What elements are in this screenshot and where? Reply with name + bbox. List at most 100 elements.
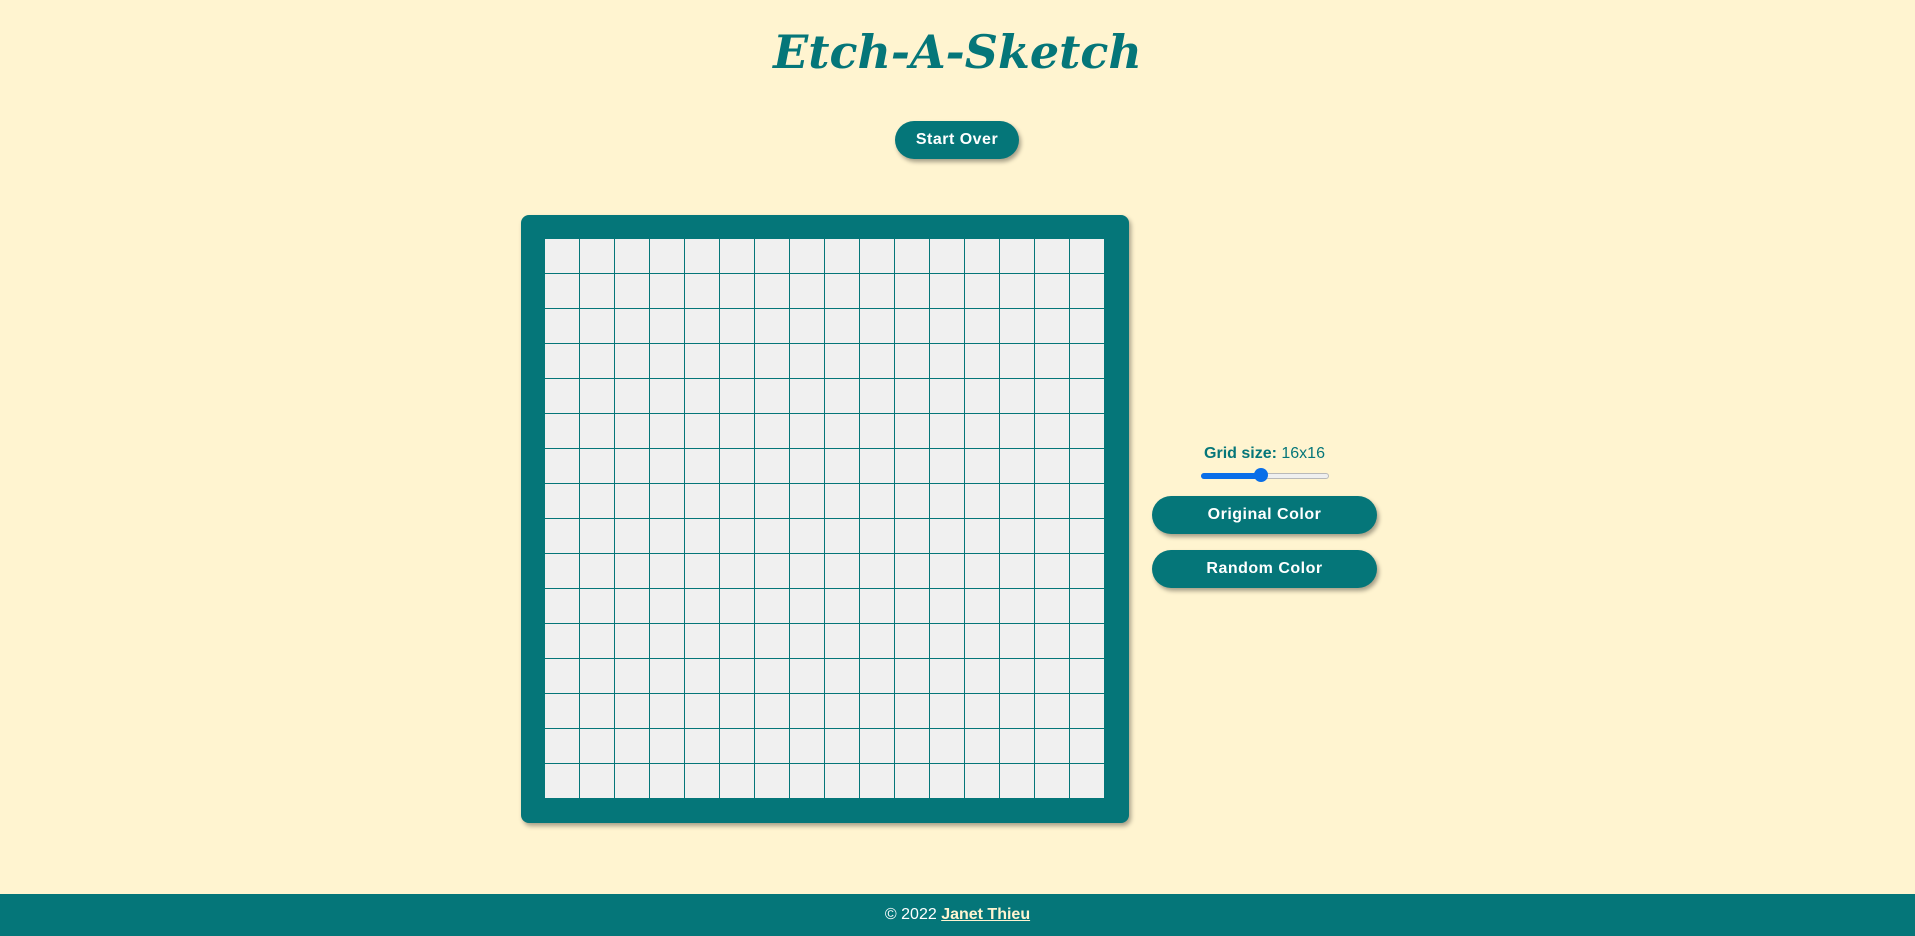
grid-cell[interactable] bbox=[685, 449, 719, 483]
grid-cell[interactable] bbox=[860, 589, 894, 623]
grid-cell[interactable] bbox=[895, 309, 929, 343]
grid-cell[interactable] bbox=[650, 729, 684, 763]
grid-cell[interactable] bbox=[1035, 379, 1069, 413]
grid-cell[interactable] bbox=[825, 729, 859, 763]
grid-cell[interactable] bbox=[895, 239, 929, 273]
grid-cell[interactable] bbox=[1000, 519, 1034, 553]
grid-cell[interactable] bbox=[755, 414, 789, 448]
grid-cell[interactable] bbox=[1035, 274, 1069, 308]
grid-cell[interactable] bbox=[790, 764, 824, 798]
grid-cell[interactable] bbox=[895, 274, 929, 308]
grid-cell[interactable] bbox=[720, 309, 754, 343]
grid-cell[interactable] bbox=[1000, 764, 1034, 798]
grid-cell[interactable] bbox=[790, 274, 824, 308]
grid-cell[interactable] bbox=[1000, 589, 1034, 623]
grid-cell[interactable] bbox=[1000, 694, 1034, 728]
grid-cell[interactable] bbox=[685, 309, 719, 343]
grid-cell[interactable] bbox=[580, 694, 614, 728]
grid-cell[interactable] bbox=[545, 764, 579, 798]
grid-cell[interactable] bbox=[965, 484, 999, 518]
grid-cell[interactable] bbox=[1035, 554, 1069, 588]
grid-cell[interactable] bbox=[825, 379, 859, 413]
grid-cell[interactable] bbox=[790, 519, 824, 553]
grid-cell[interactable] bbox=[755, 589, 789, 623]
grid-cell[interactable] bbox=[545, 274, 579, 308]
grid-cell[interactable] bbox=[580, 274, 614, 308]
grid-cell[interactable] bbox=[895, 379, 929, 413]
grid-cell[interactable] bbox=[895, 764, 929, 798]
grid-cell[interactable] bbox=[825, 414, 859, 448]
grid-cell[interactable] bbox=[720, 414, 754, 448]
grid-cell[interactable] bbox=[965, 729, 999, 763]
grid-cell[interactable] bbox=[580, 659, 614, 693]
grid-cell[interactable] bbox=[545, 589, 579, 623]
grid-cell[interactable] bbox=[1035, 659, 1069, 693]
grid-cell[interactable] bbox=[720, 729, 754, 763]
grid-cell[interactable] bbox=[965, 659, 999, 693]
grid-cell[interactable] bbox=[1035, 449, 1069, 483]
grid-cell[interactable] bbox=[650, 589, 684, 623]
grid-cell[interactable] bbox=[1035, 414, 1069, 448]
grid-cell[interactable] bbox=[755, 554, 789, 588]
grid-cell[interactable] bbox=[895, 729, 929, 763]
grid-cell[interactable] bbox=[580, 449, 614, 483]
grid-cell[interactable] bbox=[1070, 239, 1104, 273]
grid-cell[interactable] bbox=[825, 694, 859, 728]
grid-cell[interactable] bbox=[580, 554, 614, 588]
grid-cell[interactable] bbox=[685, 729, 719, 763]
grid-cell[interactable] bbox=[1070, 694, 1104, 728]
grid-cell[interactable] bbox=[965, 764, 999, 798]
grid-cell[interactable] bbox=[860, 414, 894, 448]
grid-cell[interactable] bbox=[580, 414, 614, 448]
grid-cell[interactable] bbox=[895, 589, 929, 623]
grid-cell[interactable] bbox=[790, 554, 824, 588]
grid-cell[interactable] bbox=[650, 554, 684, 588]
grid-cell[interactable] bbox=[1035, 484, 1069, 518]
grid-cell[interactable] bbox=[860, 274, 894, 308]
grid-cell[interactable] bbox=[930, 344, 964, 378]
grid-cell[interactable] bbox=[930, 729, 964, 763]
grid-cell[interactable] bbox=[825, 449, 859, 483]
grid-cell[interactable] bbox=[650, 344, 684, 378]
grid-cell[interactable] bbox=[755, 694, 789, 728]
grid-cell[interactable] bbox=[825, 589, 859, 623]
grid-cell[interactable] bbox=[1070, 589, 1104, 623]
grid-cell[interactable] bbox=[720, 344, 754, 378]
grid-cell[interactable] bbox=[755, 344, 789, 378]
grid-cell[interactable] bbox=[615, 624, 649, 658]
grid-cell[interactable] bbox=[965, 519, 999, 553]
grid-cell[interactable] bbox=[580, 764, 614, 798]
grid-cell[interactable] bbox=[650, 414, 684, 448]
grid-cell[interactable] bbox=[860, 309, 894, 343]
grid-cell[interactable] bbox=[755, 449, 789, 483]
grid-cell[interactable] bbox=[860, 729, 894, 763]
grid-cell[interactable] bbox=[650, 484, 684, 518]
grid-cell[interactable] bbox=[615, 309, 649, 343]
grid-cell[interactable] bbox=[580, 484, 614, 518]
grid-cell[interactable] bbox=[615, 694, 649, 728]
grid-cell[interactable] bbox=[1035, 764, 1069, 798]
grid-cell[interactable] bbox=[650, 449, 684, 483]
grid-cell[interactable] bbox=[790, 239, 824, 273]
grid-cell[interactable] bbox=[790, 344, 824, 378]
grid-cell[interactable] bbox=[685, 624, 719, 658]
grid-size-slider[interactable] bbox=[1200, 467, 1329, 483]
grid-cell[interactable] bbox=[720, 379, 754, 413]
grid-cell[interactable] bbox=[720, 659, 754, 693]
grid-cell[interactable] bbox=[755, 274, 789, 308]
grid-cell[interactable] bbox=[685, 379, 719, 413]
grid-cell[interactable] bbox=[720, 239, 754, 273]
grid-cell[interactable] bbox=[545, 519, 579, 553]
grid-cell[interactable] bbox=[930, 659, 964, 693]
grid-cell[interactable] bbox=[930, 239, 964, 273]
grid-cell[interactable] bbox=[580, 239, 614, 273]
grid-cell[interactable] bbox=[790, 449, 824, 483]
grid-cell[interactable] bbox=[545, 554, 579, 588]
grid-cell[interactable] bbox=[825, 309, 859, 343]
grid-cell[interactable] bbox=[1000, 274, 1034, 308]
grid-cell[interactable] bbox=[580, 589, 614, 623]
random-color-button[interactable]: Random Color bbox=[1152, 550, 1377, 588]
grid-cell[interactable] bbox=[615, 554, 649, 588]
grid-cell[interactable] bbox=[615, 764, 649, 798]
grid-cell[interactable] bbox=[1070, 309, 1104, 343]
